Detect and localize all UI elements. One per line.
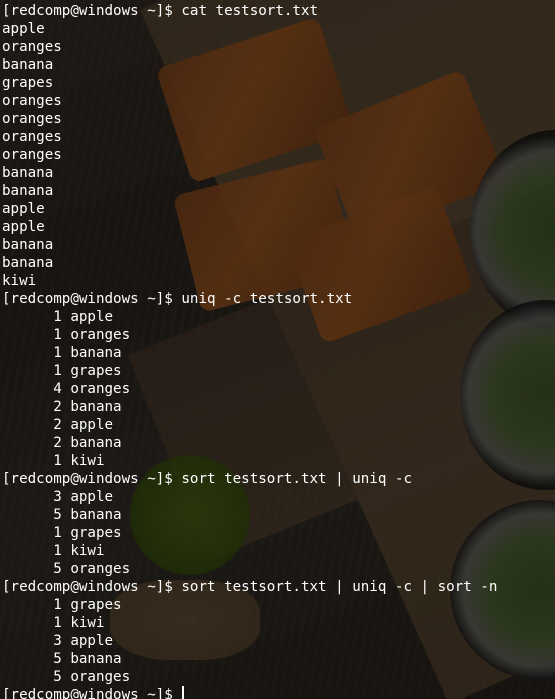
output-line: 1 oranges (2, 327, 131, 343)
output-line: 2 banana (2, 435, 122, 451)
output-line: 1 grapes (2, 363, 122, 379)
shell-prompt: [redcomp@windows ~]$ (2, 579, 182, 595)
output-line: kiwi (2, 273, 37, 289)
output-line: banana (2, 57, 54, 73)
output-line: 1 kiwi (2, 453, 105, 469)
output-line: 1 kiwi (2, 543, 105, 559)
current-prompt-line[interactable]: [redcomp@windows ~]$ (2, 686, 555, 699)
command-text: cat testsort.txt (181, 3, 319, 19)
command-line: [redcomp@windows ~]$ cat testsort.txt (2, 2, 555, 20)
output-line: 1 grapes (2, 597, 122, 613)
output-line: apple (2, 219, 45, 235)
output-line: apple (2, 21, 45, 37)
shell-prompt: [redcomp@windows ~]$ (2, 3, 182, 19)
output-line: 1 apple (2, 309, 114, 325)
output-line: apple (2, 201, 45, 217)
output-line: oranges (2, 129, 62, 145)
command-text: sort testsort.txt | uniq -c (181, 471, 412, 487)
output-line: 5 banana (2, 507, 122, 523)
output-line: banana (2, 183, 54, 199)
output-line: banana (2, 165, 54, 181)
terminal-output[interactable]: [redcomp@windows ~]$ cat testsort.txt app… (0, 0, 555, 699)
command-line: [redcomp@windows ~]$ uniq -c testsort.tx… (2, 290, 555, 308)
output-line: 1 banana (2, 345, 122, 361)
output-line: oranges (2, 39, 62, 55)
output-line: banana (2, 255, 54, 271)
output-line: 4 oranges (2, 381, 131, 397)
output-line: 2 apple (2, 417, 114, 433)
output-line: 3 apple (2, 489, 114, 505)
output-line: grapes (2, 75, 54, 91)
output-line: 1 kiwi (2, 615, 105, 631)
output-line: 5 banana (2, 651, 122, 667)
output-line: oranges (2, 147, 62, 163)
shell-prompt: [redcomp@windows ~]$ (2, 291, 182, 307)
output-line: 2 banana (2, 399, 122, 415)
shell-prompt: [redcomp@windows ~]$ (2, 471, 182, 487)
text-cursor (182, 686, 185, 699)
command-text: sort testsort.txt | uniq -c | sort -n (181, 579, 498, 595)
output-line: oranges (2, 93, 62, 109)
output-line: 5 oranges (2, 561, 131, 577)
command-line: [redcomp@windows ~]$ sort testsort.txt |… (2, 470, 555, 488)
output-line: 3 apple (2, 633, 114, 649)
output-line: 1 grapes (2, 525, 122, 541)
command-line: [redcomp@windows ~]$ sort testsort.txt |… (2, 578, 555, 596)
command-text: uniq -c testsort.txt (181, 291, 353, 307)
output-line: 5 oranges (2, 669, 131, 685)
shell-prompt: [redcomp@windows ~]$ (2, 687, 182, 699)
output-line: oranges (2, 111, 62, 127)
output-line: banana (2, 237, 54, 253)
